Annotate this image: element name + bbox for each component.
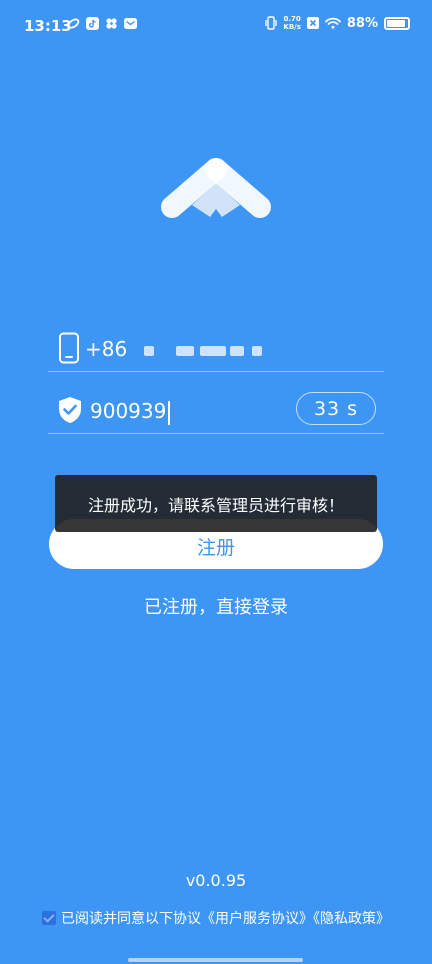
vibrate-icon — [265, 16, 278, 30]
status-bar: 13:13 0.70 KB/s 88% — [0, 0, 432, 52]
agreement-text[interactable]: 已阅读并同意以下协议《用户服务协议》《隐私政策》 — [61, 908, 390, 928]
status-time: 13:13 — [24, 17, 72, 35]
link-icon — [67, 18, 80, 29]
mail-icon — [124, 18, 137, 29]
verification-code-value: 900939 — [90, 399, 167, 423]
no-sim-icon — [306, 17, 319, 29]
resend-countdown-button[interactable]: 33 s — [296, 392, 376, 425]
wifi-icon — [324, 17, 341, 29]
toast-message: 注册成功，请联系管理员进行审核！ — [55, 475, 377, 532]
verification-code-field[interactable]: 900939 33 s — [48, 388, 384, 434]
network-speed-unit: KB/s — [283, 23, 301, 31]
smartphone-icon — [59, 332, 79, 364]
status-right: 0.70 KB/s 88% — [265, 15, 410, 31]
network-speed-value: 0.70 — [283, 15, 301, 23]
phone-field[interactable]: +86 — [48, 326, 384, 372]
network-speed: 0.70 KB/s — [283, 15, 300, 31]
verification-code-input[interactable]: 900939 — [90, 399, 171, 425]
login-link[interactable]: 已注册，直接登录 — [0, 593, 432, 619]
battery-percentage: 88% — [346, 15, 378, 31]
battery-icon — [384, 16, 410, 30]
tiktok-icon — [86, 17, 99, 30]
app-logo — [161, 158, 271, 218]
home-indicator[interactable] — [128, 958, 303, 962]
pinwheel-icon — [106, 18, 117, 29]
agreement-checkbox[interactable] — [42, 911, 56, 925]
app-version: v0.0.95 — [185, 871, 247, 890]
battery-fill — [387, 19, 405, 27]
shield-check-icon — [59, 397, 81, 423]
agreement-row[interactable]: 已阅读并同意以下协议《用户服务协议》《隐私政策》 — [42, 908, 390, 928]
notification-icons — [67, 17, 137, 30]
country-code: +86 — [85, 337, 128, 361]
text-cursor — [168, 400, 171, 425]
